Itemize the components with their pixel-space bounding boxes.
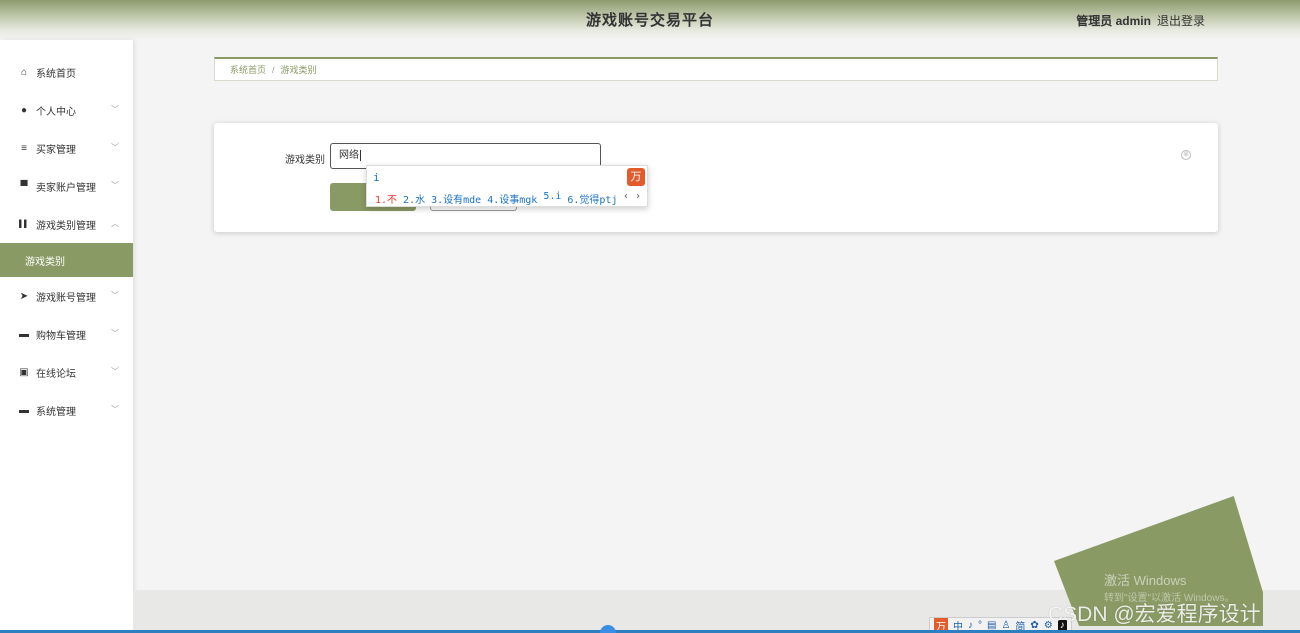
activate-title: 激活 Windows: [1104, 573, 1187, 588]
list-icon: ≡: [21, 142, 27, 154]
skin-icon[interactable]: ✿: [1030, 620, 1038, 631]
chevron-down-icon: ﹀: [111, 143, 119, 152]
chevron-down-icon: ﹀: [111, 405, 119, 414]
sidebar-item-system[interactable]: ▬ 系统管理 ﹀: [0, 391, 133, 429]
sidebar-item-personal-center[interactable]: ● 个人中心 ﹀: [0, 91, 133, 129]
sidebar-item-cart[interactable]: ▬ 购物车管理 ﹀: [0, 315, 133, 353]
moon-icon[interactable]: ♪: [968, 620, 973, 631]
chevron-down-icon: ﹀: [111, 367, 119, 376]
sidebar-item-label: 买家管理: [36, 144, 76, 156]
sidebar-item-label: 系统首页: [36, 68, 76, 80]
ime-candidates: 1.不 2.水 3.设有mde 4.设事mgk 5.i 6.觉得ptj: [375, 191, 617, 206]
sidebar-item-game-accounts[interactable]: ➤ 游戏账号管理 ﹀: [0, 277, 133, 315]
chart-icon: ▣: [19, 366, 29, 378]
sidebar-item-buyers[interactable]: ≡ 买家管理 ﹀: [0, 129, 133, 167]
keyboard-icon[interactable]: ▤: [987, 620, 996, 631]
monitor-icon: ▀: [20, 180, 28, 192]
form-card: 游戏类别 网络 ⊗: [214, 123, 1218, 232]
ime-candidate[interactable]: 4.设事mgk: [487, 191, 537, 206]
chevron-down-icon: ﹀: [111, 291, 119, 300]
punctuation-icon[interactable]: °: [978, 620, 982, 631]
sidebar-item-label: 游戏类别管理: [36, 220, 96, 232]
sidebar-item-label: 游戏账号管理: [36, 292, 96, 304]
breadcrumb-current: 游戏类别: [280, 65, 317, 75]
chevron-down-icon: ﹀: [111, 105, 119, 114]
sidebar-item-label: 系统管理: [36, 406, 76, 418]
user-icon[interactable]: ♙: [1001, 620, 1010, 631]
csdn-watermark: CSDN @宏爱程序设计: [1048, 603, 1261, 626]
user-area: 管理员 admin 退出登录: [1076, 12, 1205, 29]
sidebar-item-label: 个人中心: [36, 106, 76, 118]
user-name: 管理员 admin: [1076, 14, 1151, 28]
input-value: 网络: [339, 150, 359, 161]
user-icon: ●: [20, 104, 28, 116]
ime-logo-icon: 万: [627, 168, 645, 186]
breadcrumb-separator: /: [272, 64, 275, 75]
close-icon[interactable]: ⊗: [1181, 150, 1191, 160]
breadcrumb-home[interactable]: 系统首页: [230, 63, 266, 76]
sidebar-item-label: 在线论坛: [36, 368, 76, 380]
breadcrumb: 系统首页 / 游戏类别: [214, 57, 1218, 81]
sidebar-item-seller-accounts[interactable]: ▀ 卖家账户管理 ﹀: [0, 167, 133, 205]
sidebar-item-label: 卖家账户管理: [36, 182, 96, 194]
game-category-label: 游戏类别: [285, 155, 325, 166]
home-icon: ⌂: [20, 66, 28, 78]
sidebar-subitem-game-category[interactable]: 游戏类别: [0, 243, 133, 277]
sidebar-item-label: 购物车管理: [36, 330, 86, 342]
send-icon: ➤: [19, 290, 29, 302]
sidebar-item-game-categories[interactable]: ▌▌ 游戏类别管理 ︿: [0, 205, 133, 243]
desktop-icon: ▬: [19, 328, 29, 340]
chevron-up-icon: ︿: [111, 219, 119, 228]
ime-composition: i: [373, 171, 380, 184]
ime-candidate[interactable]: 3.设有mde: [431, 191, 481, 206]
book-icon: ▌▌: [19, 220, 29, 228]
chevron-down-icon: ﹀: [111, 181, 119, 190]
ime-pager-icon[interactable]: ‹ ›: [623, 191, 641, 202]
ime-candidate-window: i 万 1.不 2.水 3.设有mde 4.设事mgk 5.i 6.觉得ptj …: [366, 165, 648, 207]
top-header: 游戏账号交易平台 管理员 admin 退出登录: [0, 0, 1300, 40]
sidebar-item-home[interactable]: ⌂ 系统首页: [0, 53, 133, 91]
ime-candidate[interactable]: 2.水: [403, 191, 425, 206]
ime-candidate[interactable]: 5.i: [543, 191, 561, 206]
ime-candidate[interactable]: 6.觉得ptj: [567, 191, 617, 206]
sidebar: ⌂ 系统首页 ● 个人中心 ﹀ ≡ 买家管理 ﹀ ▀ 卖家账户管理 ﹀ ▌▌ 游…: [0, 40, 133, 633]
chevron-down-icon: ﹀: [111, 329, 119, 338]
sidebar-item-forum[interactable]: ▣ 在线论坛 ﹀: [0, 353, 133, 391]
logout-link[interactable]: 退出登录: [1157, 12, 1205, 29]
ime-candidate[interactable]: 1.不: [375, 191, 397, 206]
laptop-icon: ▬: [19, 404, 29, 416]
